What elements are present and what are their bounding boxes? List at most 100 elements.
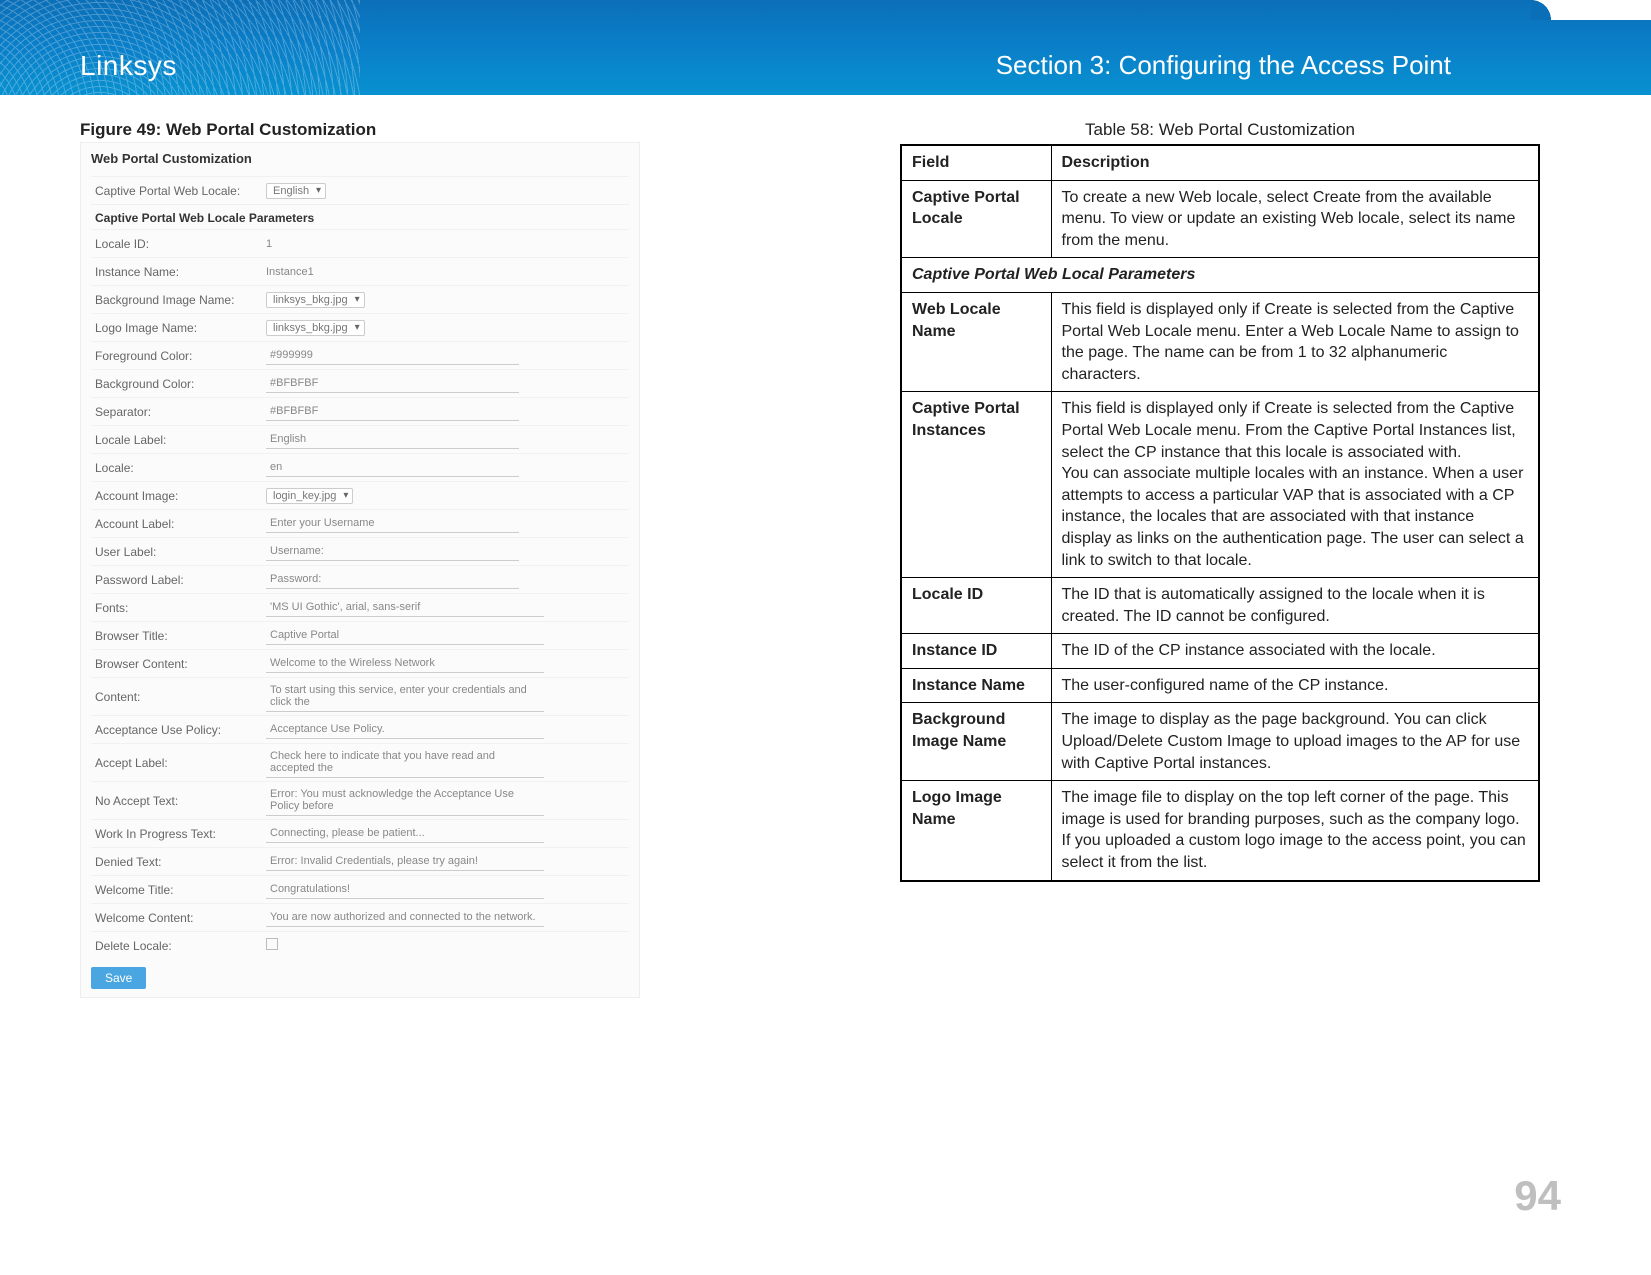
- account-label-input[interactable]: Enter your Username: [266, 514, 519, 533]
- bg-image-select[interactable]: linksys_bkg.jpg: [266, 292, 365, 308]
- browser-title-label: Browser Title:: [91, 629, 266, 643]
- user-label-label: User Label:: [91, 545, 266, 559]
- locale-id-value: 1: [266, 235, 519, 253]
- no-accept-label: No Accept Text:: [91, 794, 266, 808]
- delete-locale-checkbox[interactable]: [266, 938, 278, 950]
- desc-cell: The image file to display on the top lef…: [1051, 781, 1539, 881]
- table-caption: Table 58: Web Portal Customization: [900, 120, 1540, 140]
- delete-locale-label: Delete Locale:: [91, 939, 266, 953]
- table-row: Web Locale Name This field is displayed …: [901, 292, 1539, 391]
- account-label-label: Account Label:: [91, 517, 266, 531]
- logo-image-label: Logo Image Name:: [91, 321, 266, 335]
- field-cell: Background Image Name: [901, 703, 1051, 781]
- content-label: Content:: [91, 690, 266, 704]
- web-locale-select[interactable]: English: [266, 183, 326, 199]
- wip-input[interactable]: Connecting, please be patient...▴▾: [266, 824, 544, 843]
- wip-label: Work In Progress Text:: [91, 827, 266, 841]
- desc-cell: To create a new Web locale, select Creat…: [1051, 180, 1539, 258]
- separator-input[interactable]: #BFBFBF: [266, 402, 519, 421]
- instance-name-value: Instance1: [266, 263, 519, 281]
- welcome-content-value: You are now authorized and connected to …: [270, 911, 536, 923]
- fonts-label: Fonts:: [91, 601, 266, 615]
- section-title: Section 3: Configuring the Access Point: [996, 50, 1451, 81]
- browser-title-value: Captive Portal: [270, 629, 339, 641]
- desc-cell: The ID that is automatically assigned to…: [1051, 578, 1539, 634]
- locale-input[interactable]: en: [266, 458, 519, 477]
- desc-cell: The image to display as the page backgro…: [1051, 703, 1539, 781]
- header-decoration: [0, 0, 360, 95]
- acceptance-input[interactable]: Acceptance Use Policy.▴▾: [266, 720, 544, 739]
- field-cell: Instance Name: [901, 668, 1051, 703]
- denied-value: Error: Invalid Credentials, please try a…: [270, 855, 478, 867]
- web-portal-screenshot: Web Portal Customization Captive Portal …: [80, 142, 640, 998]
- desc-cell: This field is displayed only if Create i…: [1051, 392, 1539, 578]
- bg-image-label: Background Image Name:: [91, 293, 266, 307]
- page-header: Linksys Section 3: Configuring the Acces…: [0, 0, 1651, 95]
- content-value: To start using this service, enter your …: [270, 684, 527, 708]
- params-header: Captive Portal Web Locale Parameters: [91, 204, 629, 229]
- accept-label-value: Check here to indicate that you have rea…: [270, 750, 495, 774]
- acceptance-value: Acceptance Use Policy.: [270, 723, 385, 735]
- web-locale-label: Captive Portal Web Locale:: [91, 184, 266, 198]
- content-input[interactable]: To start using this service, enter your …: [266, 681, 544, 712]
- denied-label: Denied Text:: [91, 855, 266, 869]
- welcome-title-value: Congratulations!: [270, 883, 350, 895]
- locale-label-label: Locale Label:: [91, 433, 266, 447]
- field-cell: Instance ID: [901, 634, 1051, 669]
- user-label-input[interactable]: Username:: [266, 542, 519, 561]
- figure-column: Figure 49: Web Portal Customization Web …: [80, 120, 650, 1275]
- field-cell: Captive Portal Instances: [901, 392, 1051, 578]
- field-cell: Logo Image Name: [901, 781, 1051, 881]
- locale-field-label: Locale:: [91, 461, 266, 475]
- password-label-label: Password Label:: [91, 573, 266, 587]
- account-image-label: Account Image:: [91, 489, 266, 503]
- no-accept-input[interactable]: Error: You must acknowledge the Acceptan…: [266, 785, 544, 816]
- field-cell: Captive Portal Locale: [901, 180, 1051, 258]
- field-cell: Web Locale Name: [901, 292, 1051, 391]
- table-row: Background Image Name The image to displ…: [901, 703, 1539, 781]
- accept-label-input[interactable]: Check here to indicate that you have rea…: [266, 747, 544, 778]
- fonts-value: 'MS UI Gothic', arial, sans-serif: [270, 601, 420, 613]
- password-label-input[interactable]: Password:: [266, 570, 519, 589]
- table-section-header: Captive Portal Web Local Parameters: [901, 258, 1539, 293]
- accept-label-label: Accept Label:: [91, 756, 266, 770]
- wip-value: Connecting, please be patient...: [270, 827, 425, 839]
- welcome-content-input[interactable]: You are now authorized and connected to …: [266, 908, 544, 927]
- save-button[interactable]: Save: [91, 967, 146, 989]
- description-table: Field Description Captive Portal Locale …: [900, 144, 1540, 882]
- page-content: Figure 49: Web Portal Customization Web …: [0, 95, 1651, 1275]
- welcome-title-label: Welcome Title:: [91, 883, 266, 897]
- denied-input[interactable]: Error: Invalid Credentials, please try a…: [266, 852, 544, 871]
- fg-color-input[interactable]: #999999: [266, 346, 519, 365]
- welcome-title-input[interactable]: Congratulations!▴▾: [266, 880, 544, 899]
- web-locale-row: Captive Portal Web Locale: English: [91, 176, 629, 204]
- welcome-content-label: Welcome Content:: [91, 911, 266, 925]
- locale-label-input[interactable]: English: [266, 430, 519, 449]
- no-accept-value: Error: You must acknowledge the Acceptan…: [270, 788, 514, 812]
- desc-cell: The user-configured name of the CP insta…: [1051, 668, 1539, 703]
- desc-cell: The ID of the CP instance associated wit…: [1051, 634, 1539, 669]
- account-image-select[interactable]: login_key.jpg: [266, 488, 353, 504]
- brand-logo-text: Linksys: [80, 50, 177, 82]
- header-notch: [1551, 0, 1651, 20]
- instance-name-label: Instance Name:: [91, 265, 266, 279]
- table-row: Logo Image Name The image file to displa…: [901, 781, 1539, 881]
- browser-title-input[interactable]: Captive Portal▴▾: [266, 626, 544, 645]
- section-header-cell: Captive Portal Web Local Parameters: [901, 258, 1539, 293]
- table-row: Instance ID The ID of the CP instance as…: [901, 634, 1539, 669]
- logo-image-select[interactable]: linksys_bkg.jpg: [266, 320, 365, 336]
- desc-cell: This field is displayed only if Create i…: [1051, 292, 1539, 391]
- acceptance-label: Acceptance Use Policy:: [91, 723, 266, 737]
- page-number: 94: [1514, 1172, 1561, 1220]
- fonts-input[interactable]: 'MS UI Gothic', arial, sans-serif▴▾: [266, 598, 544, 617]
- bg-color-input[interactable]: #BFBFBF: [266, 374, 519, 393]
- browser-content-value: Welcome to the Wireless Network: [270, 657, 435, 669]
- separator-label: Separator:: [91, 405, 266, 419]
- field-cell: Locale ID: [901, 578, 1051, 634]
- table-column: Table 58: Web Portal Customization Field…: [900, 120, 1540, 1275]
- fg-color-label: Foreground Color:: [91, 349, 266, 363]
- table-head-desc: Description: [1051, 145, 1539, 180]
- table-row: Captive Portal Locale To create a new We…: [901, 180, 1539, 258]
- browser-content-input[interactable]: Welcome to the Wireless Network▴▾: [266, 654, 544, 673]
- browser-content-label: Browser Content:: [91, 657, 266, 671]
